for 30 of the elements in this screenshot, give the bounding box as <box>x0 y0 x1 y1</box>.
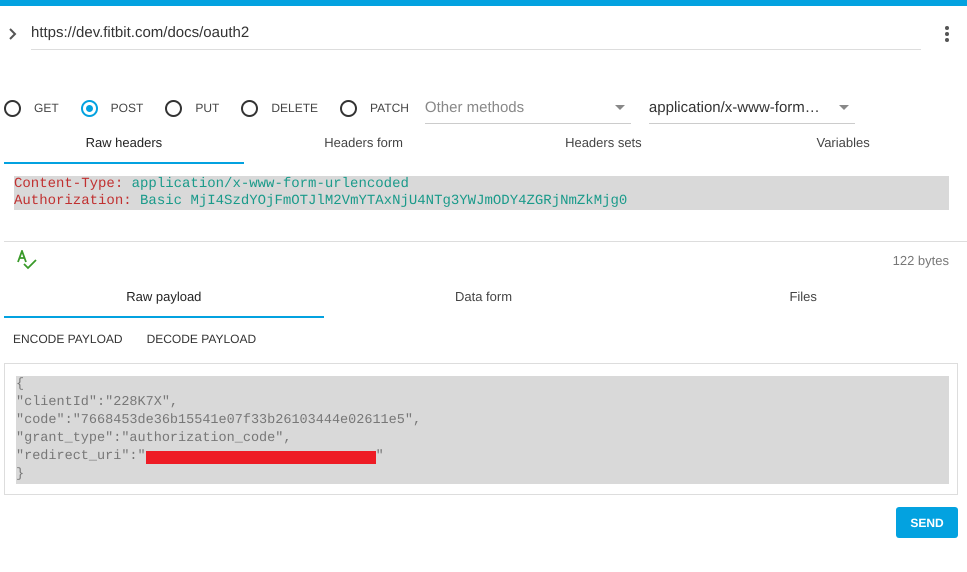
spellcheck-icon[interactable] <box>16 250 38 270</box>
headers-tab[interactable]: Headers sets <box>484 126 724 164</box>
method-radio[interactable]: GET <box>4 100 59 116</box>
payload-action-button[interactable]: DECODE PAYLOAD <box>146 332 256 346</box>
payload-tab[interactable]: Data form <box>324 271 644 318</box>
payload-tab[interactable]: Files <box>643 271 964 318</box>
method-radio[interactable]: PATCH <box>340 100 409 116</box>
more-icon[interactable] <box>945 26 949 42</box>
code-line: "clientId":"228K7X", <box>16 394 178 412</box>
code-line: "code":"7668453de36b15541e07f33b26103444e02611e5", <box>16 412 422 430</box>
chevron-icon[interactable] <box>8 28 18 40</box>
headers-tab[interactable]: Variables <box>723 126 963 164</box>
header-line: Authorization: Basic MjI4SzdYOjFmOTJlM2VmYTAxNjU4NTg3YWJmODY4ZGRjNmZkMjg0 <box>14 193 628 210</box>
method-radio[interactable]: POST <box>80 100 144 116</box>
content-type-dropdown[interactable]: application/x-www-form… <box>648 92 855 124</box>
headers-tab[interactable]: Headers form <box>244 126 484 164</box>
payload-tab[interactable]: Raw payload <box>4 271 324 318</box>
code-line: " <box>376 448 384 466</box>
code-line: } <box>16 466 24 484</box>
header-line: Content-Type: application/x-www-form-urlencoded <box>14 176 410 193</box>
url-field[interactable]: https://dev.fitbit.com/docs/oauth2 <box>31 18 921 50</box>
methods-dropdown[interactable]: Other methods <box>424 92 631 124</box>
size-label: 122 bytes <box>892 252 949 268</box>
code-line: "redirect_uri":" <box>16 448 146 466</box>
headers-tab[interactable]: Raw headers <box>4 126 244 164</box>
method-radio[interactable]: PUT <box>165 100 220 116</box>
code-line: "grant_type":"authorization_code", <box>16 430 292 448</box>
payload-action-button[interactable]: ENCODE PAYLOAD <box>13 332 123 346</box>
code-line: { <box>16 376 24 394</box>
method-radio[interactable]: DELETE <box>241 100 318 116</box>
